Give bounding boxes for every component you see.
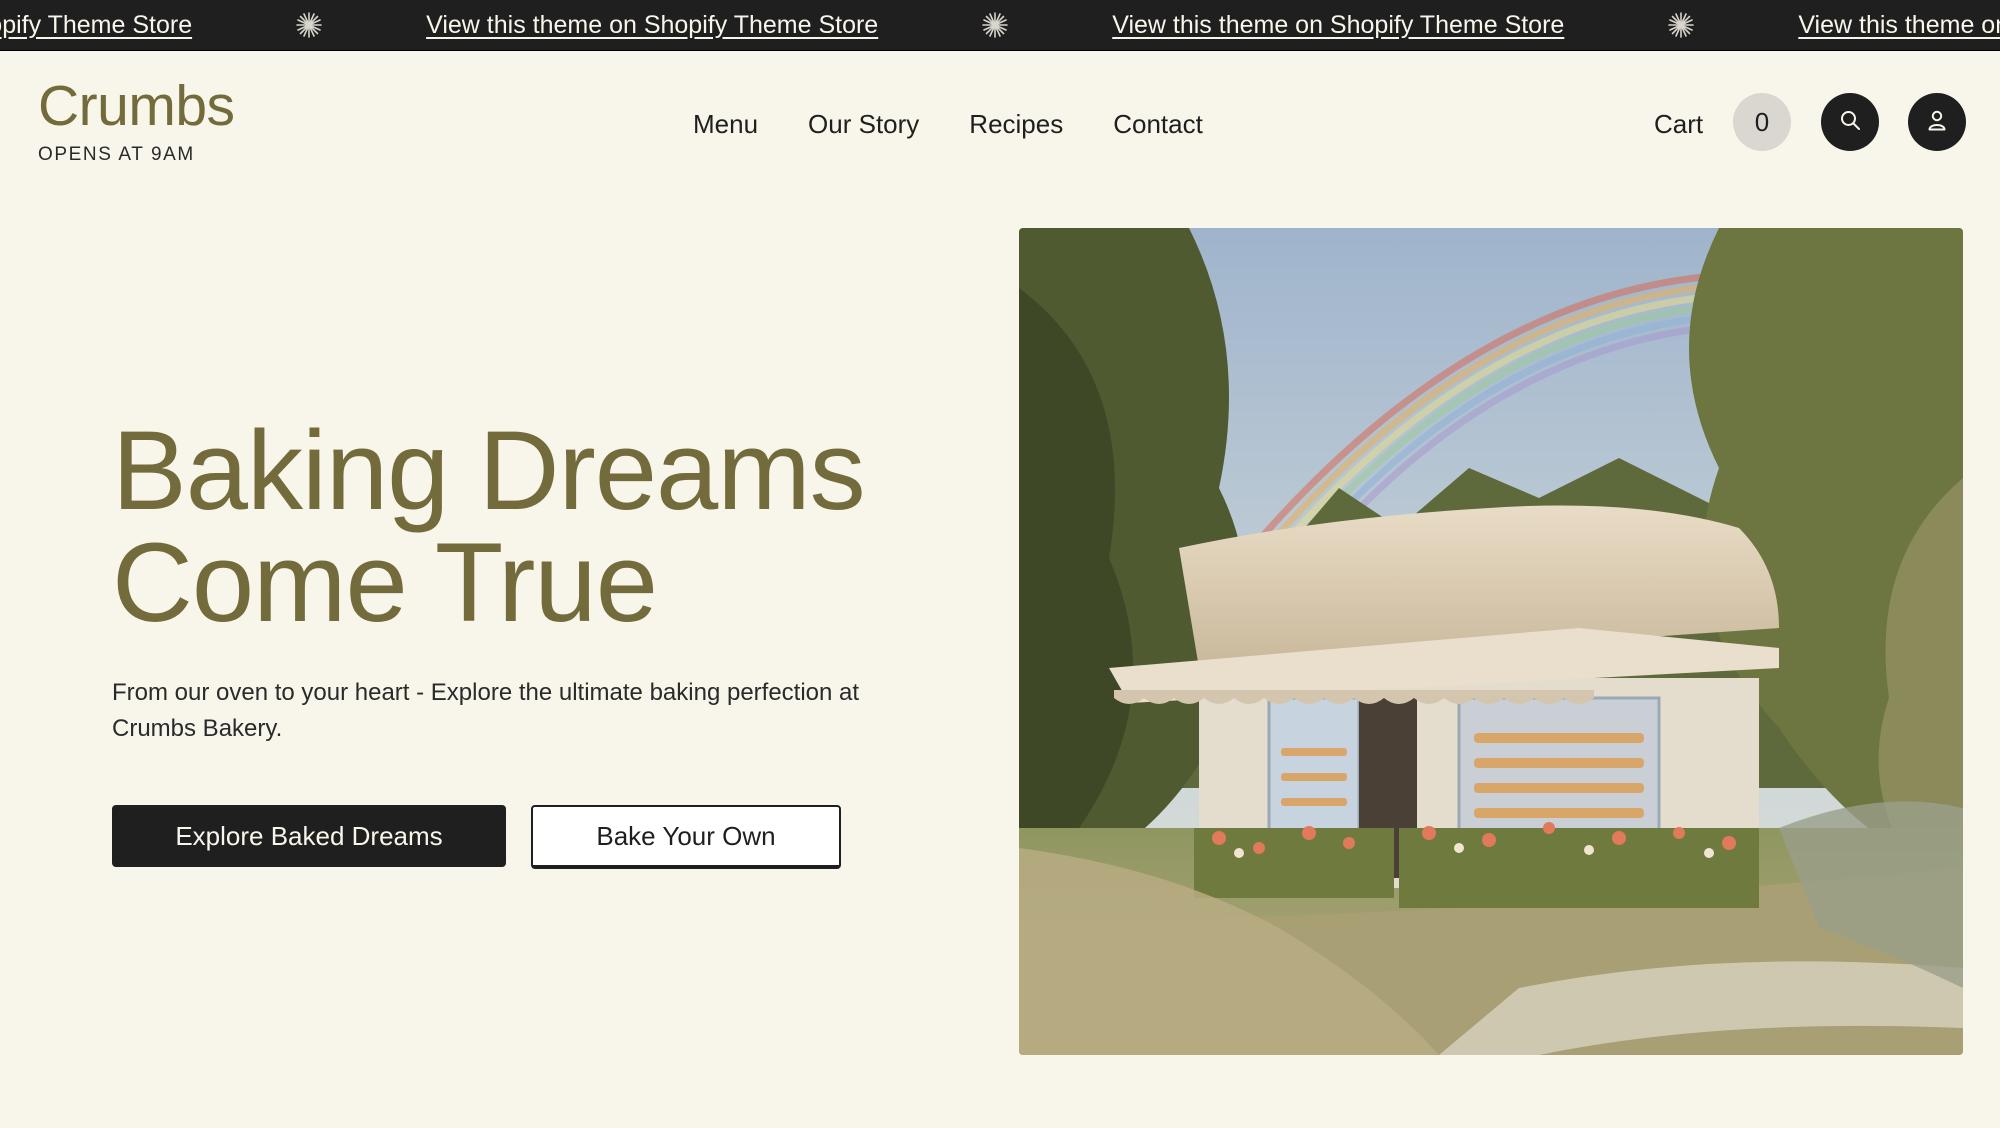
hero-image <box>1019 228 1963 1055</box>
hero-subtitle: From our oven to your heart - Explore th… <box>112 679 860 742</box>
account-button[interactable] <box>1908 93 1966 151</box>
explore-baked-dreams-button[interactable]: Explore Baked Dreams <box>112 805 506 867</box>
logo-block[interactable]: Crumbs OPENS AT 9AM <box>38 76 235 166</box>
cart-count-badge[interactable]: 0 <box>1733 93 1791 151</box>
main-nav: Menu Our Story Recipes Contact <box>693 104 1253 144</box>
account-icon <box>1926 109 1948 136</box>
sparkle-icon <box>982 12 1009 38</box>
sparkle-icon <box>1668 12 1695 38</box>
hero-title-line-2: Come True <box>112 520 658 645</box>
search-button[interactable] <box>1821 93 1879 151</box>
announcement-bar: View this theme on Shopify Theme Store V… <box>0 0 2000 51</box>
announcement-link[interactable]: View this theme on Shopify Theme Store <box>426 11 878 40</box>
hero-title: Baking Dreams Come True <box>112 415 1012 639</box>
announcement-track: View this theme on Shopify Theme Store V… <box>0 0 2000 50</box>
sparkle-icon <box>296 12 322 38</box>
site-logo[interactable]: Crumbs <box>38 76 235 136</box>
nav-item-recipes[interactable]: Recipes <box>969 104 1063 144</box>
nav-item-contact[interactable]: Contact <box>1113 104 1203 144</box>
opening-hours-tagline: OPENS AT 9AM <box>38 144 195 165</box>
nav-item-menu[interactable]: Menu <box>693 104 758 144</box>
nav-item-our-story[interactable]: Our Story <box>808 104 919 144</box>
announcement-link[interactable]: View this theme on Shopify Theme Store <box>1798 11 2000 40</box>
search-icon <box>1839 109 1861 136</box>
hero-title-line-1: Baking Dreams <box>112 408 866 533</box>
cart-link[interactable]: Cart <box>1654 104 1703 144</box>
announcement-link[interactable]: View this theme on Shopify Theme Store <box>0 11 192 40</box>
announcement-link[interactable]: View this theme on Shopify Theme Store <box>1112 11 1564 40</box>
bake-your-own-button[interactable]: Bake Your Own <box>531 805 841 869</box>
